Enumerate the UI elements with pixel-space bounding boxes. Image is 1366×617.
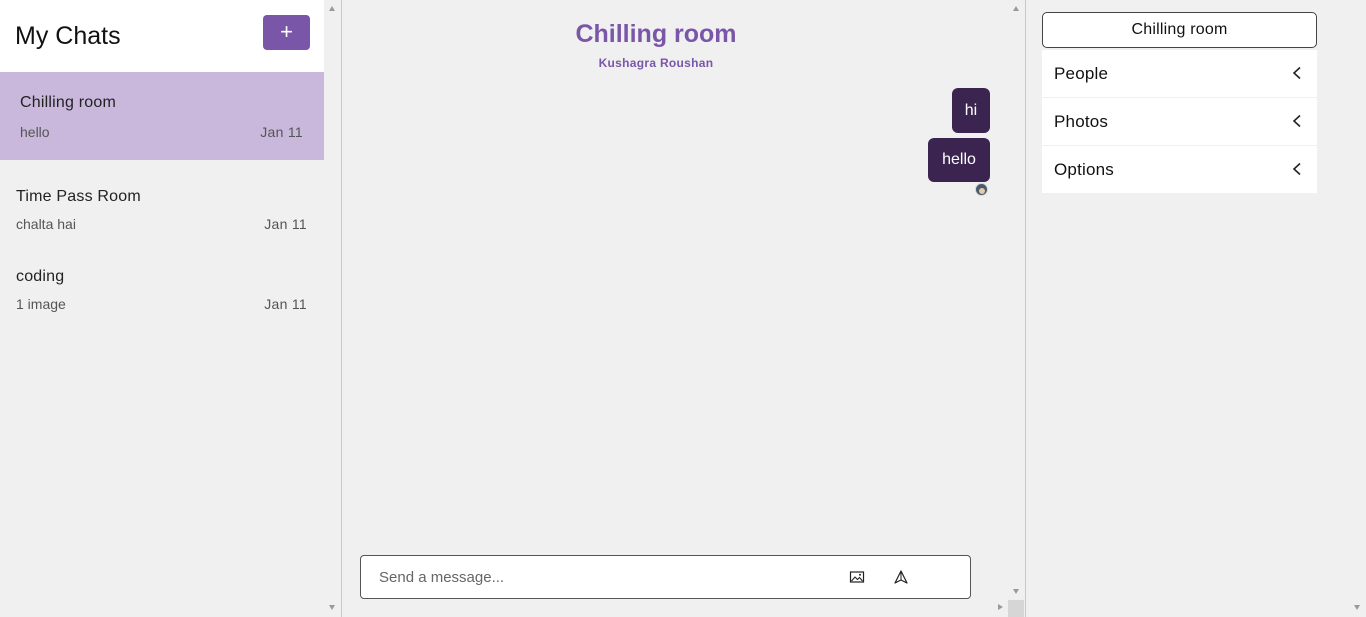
accordion-photos[interactable]: Photos <box>1042 98 1317 145</box>
accordion-label: Options <box>1054 160 1114 179</box>
send-icon[interactable] <box>893 569 909 585</box>
message-composer <box>360 555 971 599</box>
chat-list: Chilling room hello Jan 11 Time Pass Roo… <box>0 72 324 320</box>
sidebar-scroll-down-icon[interactable] <box>329 605 335 610</box>
chat-scrollbar-corner <box>1008 600 1024 617</box>
chat-last-message: chalta hai <box>16 216 76 232</box>
chat-name: coding <box>16 268 65 285</box>
message-bubble: hello <box>928 138 990 182</box>
room-title: Chilling room <box>575 20 737 48</box>
read-receipt-avatar <box>975 183 988 196</box>
chat-list-item-chilling-room[interactable]: Chilling room hello Jan 11 <box>0 72 324 160</box>
message-bubble: hi <box>952 88 990 133</box>
chevron-left-icon <box>1290 162 1304 176</box>
accordion-people[interactable]: People <box>1042 50 1317 97</box>
chat-panel: Chilling room Kushagra Roushan hi hello <box>342 0 1026 617</box>
chevron-left-icon <box>1290 114 1304 128</box>
chat-app: My Chats + Chilling room hello Jan 11 Ti… <box>0 0 1366 617</box>
accordion-label: Photos <box>1054 112 1109 131</box>
chat-date: Jan 11 <box>260 124 303 140</box>
accordion-options[interactable]: Options <box>1042 146 1317 193</box>
chevron-left-icon <box>1290 66 1304 80</box>
chat-last-message: 1 image <box>16 296 66 312</box>
sidebar-scroll-up-icon[interactable] <box>329 6 335 11</box>
chat-date: Jan 11 <box>264 216 307 232</box>
chat-sidebar: My Chats + Chilling room hello Jan 11 Ti… <box>0 0 342 617</box>
sidebar-header: My Chats + <box>0 0 324 72</box>
chat-scroll-up-icon[interactable] <box>1013 6 1019 11</box>
sidebar-title: My Chats <box>15 22 121 50</box>
details-scroll-down-icon[interactable] <box>1354 605 1360 610</box>
chat-scroll-right-icon[interactable] <box>998 604 1003 610</box>
chat-list-item-coding[interactable]: coding 1 image Jan 11 <box>0 240 324 320</box>
image-icon[interactable] <box>849 569 865 585</box>
chat-details-panel: Chilling room People Photos Options <box>1026 0 1366 617</box>
chat-last-message: hello <box>20 124 50 140</box>
chat-name: Chilling room <box>20 94 116 111</box>
details-chat-name: Chilling room <box>1042 12 1317 48</box>
chat-list-item-time-pass-room[interactable]: Time Pass Room chalta hai Jan 11 <box>0 160 324 240</box>
new-chat-button[interactable]: + <box>263 15 310 50</box>
accordion-label: People <box>1054 64 1109 83</box>
message-input[interactable] <box>379 556 829 598</box>
chat-date: Jan 11 <box>264 296 307 312</box>
chat-name: Time Pass Room <box>16 188 141 205</box>
room-subtitle: Kushagra Roushan <box>598 56 714 70</box>
chat-scroll-down-icon[interactable] <box>1013 589 1019 594</box>
